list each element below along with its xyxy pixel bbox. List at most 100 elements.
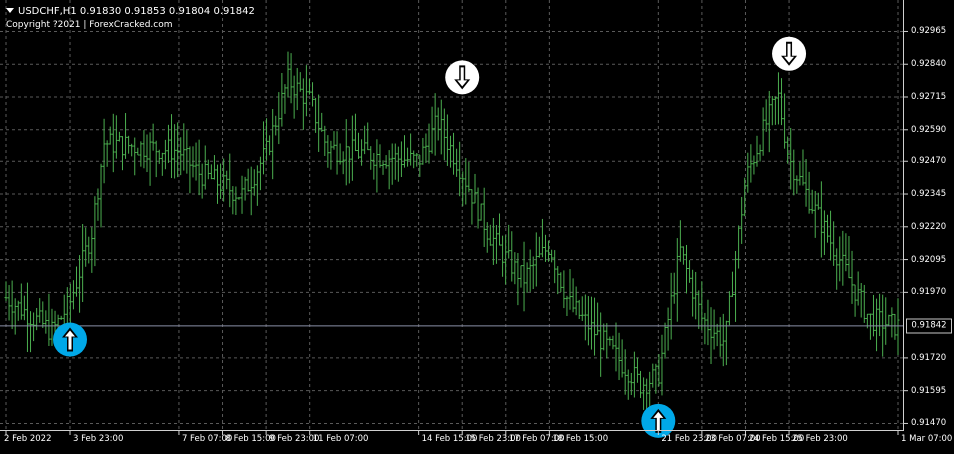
triangle-down-icon[interactable] <box>6 7 14 13</box>
price-bar <box>467 161 471 193</box>
price-bar <box>173 124 177 179</box>
price-bar <box>810 189 814 214</box>
price-bar <box>501 235 505 277</box>
price-chart-canvas[interactable] <box>0 0 954 454</box>
price-bar <box>632 351 636 398</box>
price-bar <box>491 218 495 265</box>
price-bar <box>663 322 667 359</box>
price-bar <box>804 158 808 207</box>
price-bar <box>124 113 128 159</box>
price-bar <box>675 238 679 322</box>
price-bar <box>114 115 118 159</box>
price-bar <box>338 143 342 165</box>
price-bar <box>139 141 143 167</box>
time-tick-label: 2 Feb 2022 <box>4 434 52 444</box>
price-bar <box>669 272 673 340</box>
price-bar <box>651 363 655 388</box>
price-bar <box>470 189 474 225</box>
price-bar <box>93 196 97 267</box>
price-bar <box>117 131 121 142</box>
price-bar <box>384 155 388 169</box>
price-bar <box>528 249 532 292</box>
price-bar <box>240 175 244 214</box>
price-bar <box>813 190 817 238</box>
price-bar <box>332 131 336 150</box>
price-tick-label: 0.91720 <box>911 352 947 363</box>
price-bar <box>439 99 443 155</box>
price-bar <box>271 108 275 180</box>
price-axis[interactable]: 0.92965 0.92840 0.92715 0.92590 0.92470 0.923… <box>903 0 954 430</box>
price-bar <box>706 299 710 346</box>
price-bar <box>84 227 88 267</box>
price-bar <box>231 186 235 215</box>
price-bar <box>29 311 33 353</box>
price-bar <box>378 144 382 168</box>
price-bar <box>409 133 413 166</box>
price-bar <box>639 370 643 399</box>
price-bar <box>482 187 486 248</box>
price-bar <box>433 93 437 156</box>
price-bar <box>252 169 256 196</box>
price-bar <box>807 171 811 214</box>
price-bar <box>602 323 606 351</box>
price-bar <box>712 309 716 350</box>
price-bar <box>317 94 321 152</box>
price-bar <box>798 161 802 186</box>
price-bar <box>724 320 728 366</box>
price-bar <box>758 144 762 162</box>
price-bar <box>583 294 587 341</box>
price-bar <box>825 214 829 243</box>
price-bar <box>369 146 373 170</box>
price-bar <box>366 122 370 151</box>
price-bar <box>179 137 183 176</box>
price-bar <box>461 171 465 207</box>
price-bar <box>209 164 213 180</box>
chart-window[interactable]: USDCHF,H1 0.91830 0.91853 0.91804 0.9184… <box>0 0 954 454</box>
price-bar <box>709 307 713 364</box>
price-tick-label: 0.92715 <box>911 92 947 102</box>
price-bar <box>853 284 857 317</box>
price-bar <box>41 301 45 328</box>
price-bar <box>344 119 348 186</box>
price-bar <box>700 281 704 331</box>
price-bar <box>525 262 529 293</box>
price-bar <box>412 150 416 169</box>
price-bar <box>387 150 391 190</box>
price-bar <box>102 118 106 184</box>
sell-arrow-icon <box>445 60 480 95</box>
price-bar <box>801 149 805 186</box>
price-bar <box>87 236 91 264</box>
price-bar <box>660 334 664 396</box>
price-tick-label: 0.92590 <box>911 124 947 135</box>
price-bar <box>522 241 526 312</box>
price-bar <box>246 168 250 192</box>
price-bar <box>22 295 26 321</box>
price-bar <box>130 143 134 157</box>
price-tick-label: 0.92095 <box>911 254 947 265</box>
time-tick-label: 11 Feb 07:00 <box>312 434 369 444</box>
price-bar <box>81 224 85 303</box>
price-bar <box>157 149 161 164</box>
price-bar <box>381 160 385 175</box>
price-bar <box>746 152 750 193</box>
price-bar <box>767 90 771 153</box>
price-bar <box>182 123 186 171</box>
price-bar <box>540 218 544 258</box>
time-tick-label: 1 Mar 07:00 <box>901 434 953 444</box>
price-bar <box>642 377 646 410</box>
price-bar <box>203 145 207 190</box>
price-bar <box>142 130 146 169</box>
price-bar <box>295 67 299 111</box>
price-bar <box>626 369 630 400</box>
price-bar <box>298 72 302 92</box>
price-bar <box>577 299 581 319</box>
price-bar <box>455 148 459 177</box>
price-bar <box>838 236 842 282</box>
price-bar <box>755 135 759 167</box>
time-axis[interactable]: 2 Feb 2022 3 Feb 23:00 7 Feb 07:00 8 Feb 15… <box>0 430 952 454</box>
symbol-ohlc-text: USDCHF,H1 0.91830 0.91853 0.91804 0.9184… <box>18 6 255 17</box>
symbol-header[interactable]: USDCHF,H1 0.91830 0.91853 0.91804 0.9184… <box>6 6 255 18</box>
price-bar <box>537 236 541 258</box>
price-bar <box>479 203 483 221</box>
price-bar <box>789 127 793 190</box>
